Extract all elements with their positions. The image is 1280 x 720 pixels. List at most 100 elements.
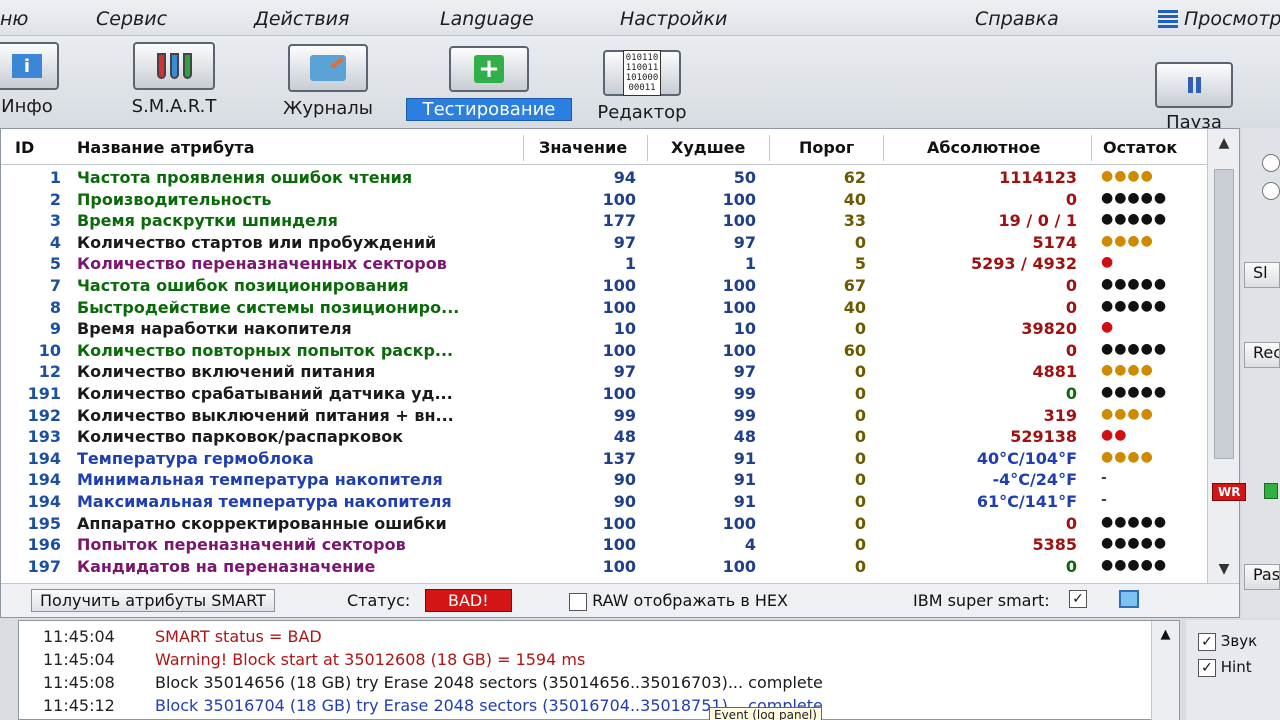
cell-name: Частота проявления ошибок чтения [77, 168, 413, 187]
cell-threshold: 0 [854, 448, 866, 468]
cell-value: 137 [602, 448, 636, 468]
color-square-icon[interactable] [1119, 590, 1139, 608]
radio-option-1[interactable] [1262, 154, 1280, 172]
sidebar-button-pass[interactable]: Pass [1244, 564, 1280, 590]
cell-threshold: 60 [843, 340, 866, 360]
scrollbar-thumb[interactable] [1214, 169, 1234, 459]
cell-remaining: - [1101, 470, 1108, 487]
table-row[interactable]: 3 Время раскрутки шпинделя 177 100 33 19 / 0 … [1, 210, 1207, 232]
table-row[interactable]: 9 Время наработки накопителя 10 10 0 39820 ● [1, 318, 1207, 340]
cell-worst: 100 [722, 276, 756, 295]
cell-name: Частота ошибок позиционирования [77, 276, 409, 295]
table-header: ID Название атрибута Значение Худшее Пор… [1, 129, 1207, 165]
hex-checkbox[interactable] [569, 592, 587, 611]
table-row[interactable]: 5 Количество переназначенных секторов 1 1 5 5… [1, 253, 1207, 275]
table-row[interactable]: 194 Максимальная температура накопителя 90… [1, 491, 1207, 513]
cell-id: 4 [49, 232, 61, 252]
cell-name: Количество повторных попыток раскр... [77, 340, 454, 360]
cell-absolute: 0 [1065, 340, 1077, 360]
cell-name: Количество срабатываний датчика уд... [77, 384, 453, 403]
menu-item-actions[interactable]: Действия [254, 8, 349, 30]
sidebar-button-rec[interactable]: Rec [1244, 342, 1280, 368]
header-id[interactable]: ID [15, 138, 34, 157]
cell-name: Минимальная температура накопителя [77, 470, 443, 490]
table-row[interactable]: 196 Попыток переназначений секторов 100 4 0 5… [1, 534, 1207, 556]
binary-editor-icon: 010110 110011 101000 00011 [622, 50, 662, 96]
toolbar-label-testing: Тестирование [406, 98, 572, 121]
toolbar-button-testing[interactable]: + Тестирование [406, 46, 572, 121]
get-smart-button[interactable]: Получить атрибуты SMART [31, 589, 275, 612]
cell-absolute: 5293 / 4932 [970, 254, 1077, 274]
cell-threshold: 40 [843, 189, 866, 209]
table-row[interactable]: 7 Частота ошибок позиционирования 100 100 67… [1, 275, 1207, 297]
log-time: 11:45:08 [43, 673, 115, 692]
sound-label: Звук [1220, 632, 1258, 650]
table-row[interactable]: 194 Минимальная температура накопителя 90 9… [1, 469, 1207, 491]
cell-absolute: 0 [1065, 297, 1077, 317]
menu-item-file[interactable]: ню [0, 8, 28, 30]
toolbar-label-smart: S.M.A.R.T [131, 96, 217, 117]
table-row[interactable]: 194 Температура гермоблока 137 91 0 40°C/104°… [1, 448, 1207, 470]
table-row[interactable]: 191 Количество срабатываний датчика уд...… [1, 383, 1207, 405]
menu-item-language[interactable]: Language [440, 8, 534, 30]
sound-checkbox[interactable]: ✓ [1198, 632, 1216, 651]
menu-item-service[interactable]: Сервис [96, 8, 167, 30]
table-row[interactable]: 8 Быстродействие системы позициониро... 10… [1, 297, 1207, 319]
cell-name: Количество парковок/распарковок [77, 427, 404, 447]
sound-option[interactable]: ✓ Звук [1198, 632, 1257, 651]
radio-option-2[interactable] [1262, 182, 1280, 200]
menu-item-help[interactable]: Справка [975, 8, 1059, 30]
table-row[interactable]: 192 Количество выключений питания + вн...… [1, 405, 1207, 427]
header-worst[interactable]: Худшее [671, 138, 745, 157]
hint-option[interactable]: ✓ Hint [1198, 658, 1252, 677]
cell-threshold: 0 [854, 405, 866, 425]
info-icon-frame: i [0, 42, 59, 90]
sidebar-button-sleep[interactable]: Sl [1244, 262, 1280, 288]
table-row[interactable]: 12 Количество включений питания 97 97 0 4881 ●… [1, 361, 1207, 383]
toolbar-button-info[interactable]: i Инфо [0, 42, 64, 117]
cell-remaining: ●●●●● [1101, 276, 1168, 292]
cell-name: Кандидатов на переназначение [77, 556, 376, 576]
table-scrollbar[interactable]: ▲ ▼ [1207, 129, 1239, 583]
header-threshold[interactable]: Порог [799, 138, 854, 157]
log-scroll-up-icon[interactable]: ▲ [1152, 627, 1179, 642]
cell-value: 100 [602, 556, 636, 576]
cell-remaining: ●●●● [1101, 448, 1154, 465]
table-row[interactable]: 1 Частота проявления ошибок чтения 94 50 62 1… [1, 167, 1207, 189]
cell-remaining: ●●●●● [1101, 189, 1168, 206]
ibm-checkbox[interactable]: ✓ [1069, 590, 1087, 608]
menu-item-view[interactable]: Просмотр [1158, 8, 1280, 30]
cell-remaining: ●●●●● [1101, 297, 1168, 314]
cell-name: Количество стартов или пробуждений [77, 232, 437, 252]
binary-editor-icon-frame: 010110 110011 101000 00011 [603, 50, 681, 96]
cell-id: 12 [38, 362, 61, 382]
status-led-green [1264, 483, 1278, 499]
hex-checkbox-group[interactable]: RAW отображать в HEX [569, 591, 788, 611]
table-row[interactable]: 10 Количество повторных попыток раскр... 1… [1, 340, 1207, 362]
table-row[interactable]: 4 Количество стартов или пробуждений 97 97 0… [1, 232, 1207, 254]
cell-id: 5 [49, 254, 61, 274]
menu-item-settings[interactable]: Настройки [620, 8, 727, 30]
header-name[interactable]: Название атрибута [77, 138, 255, 157]
toolbar-button-editor[interactable]: 010110 110011 101000 00011 Редактор [586, 50, 698, 123]
header-value[interactable]: Значение [539, 138, 627, 157]
table-row[interactable]: 195 Аппаратно скорректированные ошибки 100… [1, 513, 1207, 535]
table-row[interactable]: 193 Количество парковок/распарковок 48 48 0 5… [1, 426, 1207, 448]
log-scrollbar[interactable]: ▲ [1151, 621, 1179, 720]
cell-threshold: 67 [843, 276, 866, 295]
cell-threshold: 0 [854, 232, 866, 252]
hint-label: Hint [1220, 658, 1252, 676]
table-row[interactable]: 197 Кандидатов на переназначение 100 100 0 0 ●… [1, 556, 1207, 578]
scroll-down-icon[interactable]: ▼ [1208, 555, 1240, 583]
scroll-up-icon[interactable]: ▲ [1208, 129, 1240, 157]
hint-checkbox[interactable]: ✓ [1198, 658, 1216, 677]
toolbar-button-smart[interactable]: S.M.A.R.T [118, 42, 230, 117]
cell-absolute: 39820 [1021, 319, 1077, 339]
table-row[interactable]: 2 Производительность 100 100 40 0 ●●●●● [1, 189, 1207, 211]
cell-threshold: 62 [843, 168, 866, 187]
header-absolute[interactable]: Абсолютное [927, 138, 1040, 157]
pause-button[interactable]: Пауза [1150, 62, 1238, 133]
toolbar-button-logs[interactable]: Журналы [272, 44, 384, 119]
cell-worst: 100 [722, 513, 756, 533]
header-remaining[interactable]: Остаток [1103, 138, 1177, 157]
